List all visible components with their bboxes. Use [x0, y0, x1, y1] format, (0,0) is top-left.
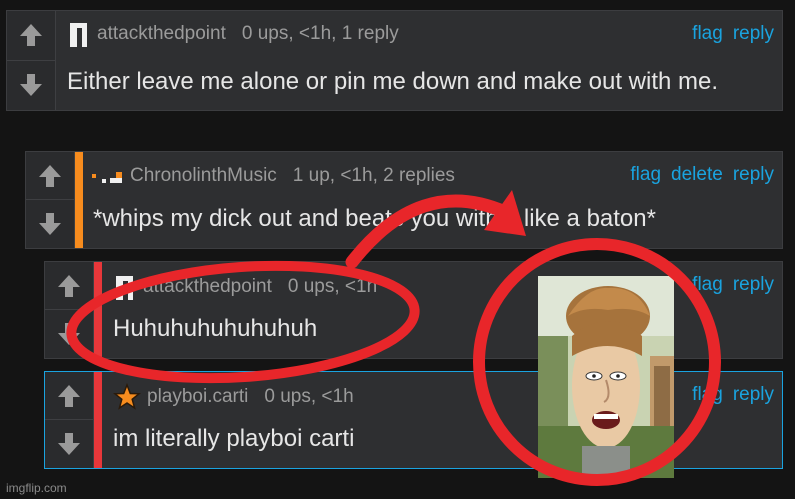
upvote-button[interactable]: [7, 11, 55, 61]
thread-indicator-bar: [75, 152, 83, 248]
comment-2: ChronolinthMusic 1 up, <1h, 2 replies fl…: [25, 151, 783, 249]
vote-column: [45, 262, 94, 358]
reply-link[interactable]: reply: [733, 274, 774, 296]
comment-actions: flag reply: [682, 380, 774, 410]
user-avatar-icon: [70, 23, 87, 47]
flag-link[interactable]: flag: [630, 164, 661, 186]
comment-meta: ChronolinthMusic 1 up, <1h, 2 replies: [90, 161, 455, 191]
comment-meta: attackthedpoint 0 ups, <1h: [113, 272, 377, 302]
comment-text: Huhuhuhuhuhuhuh: [113, 315, 318, 342]
flag-link[interactable]: flag: [692, 384, 723, 406]
downvote-button[interactable]: [7, 61, 55, 111]
upvote-button[interactable]: [45, 372, 93, 420]
downvote-button[interactable]: [26, 200, 74, 248]
arrow-down-icon: [58, 433, 80, 455]
downvote-button[interactable]: [45, 420, 93, 468]
reply-link[interactable]: reply: [733, 384, 774, 406]
arrow-up-icon: [20, 24, 42, 47]
username[interactable]: playboi.carti: [147, 386, 248, 408]
flag-link[interactable]: flag: [692, 23, 723, 45]
upvote-button[interactable]: [26, 152, 74, 200]
arrow-down-icon: [20, 74, 42, 97]
vote-column: [45, 372, 94, 468]
comment-stats: 0 ups, <1h, 1 reply: [241, 23, 399, 44]
arrow-up-icon: [39, 164, 61, 187]
upvote-button[interactable]: [45, 262, 93, 310]
arrow-down-icon: [39, 213, 61, 235]
arrow-up-icon: [58, 384, 80, 407]
downvote-button[interactable]: [45, 310, 93, 358]
comment-stats: 0 ups, <1h: [287, 276, 378, 297]
delete-link[interactable]: delete: [671, 164, 723, 186]
cartoon-character-image: [538, 276, 674, 478]
thread-indicator-bar: [94, 262, 102, 358]
star-icon: [113, 382, 141, 410]
arrow-down-icon: [58, 323, 80, 345]
comment-stats: 0 ups, <1h: [264, 386, 354, 407]
comment-meta: attackthedpoint 0 ups, <1h, 1 reply: [67, 19, 399, 49]
user-avatar-icon: [116, 276, 133, 300]
comment-actions: flag delete reply: [620, 160, 774, 190]
flag-link[interactable]: flag: [692, 274, 723, 296]
user-avatar-icon: [92, 172, 122, 183]
comment-text: *whips my dick out and beats you with it…: [93, 205, 656, 232]
comment-text: im literally playboi carti: [113, 425, 355, 452]
username[interactable]: attackthedpoint: [97, 23, 226, 45]
comment-meta: playboi.carti 0 ups, <1h: [113, 382, 354, 412]
comment-actions: flag reply: [682, 19, 774, 49]
comment-actions: flag reply: [682, 270, 774, 300]
arrow-up-icon: [58, 274, 80, 297]
username[interactable]: ChronolinthMusic: [130, 165, 277, 187]
comment-1: attackthedpoint 0 ups, <1h, 1 reply flag…: [6, 10, 783, 111]
comment-stats: 1 up, <1h, 2 replies: [292, 165, 455, 186]
username[interactable]: attackthedpoint: [143, 276, 272, 298]
thread-indicator-bar: [94, 372, 102, 468]
comment-text: Either leave me alone or pin me down and…: [67, 68, 719, 95]
vote-column: [26, 152, 75, 248]
vote-column: [7, 11, 56, 110]
reply-link[interactable]: reply: [733, 164, 774, 186]
reply-link[interactable]: reply: [733, 23, 774, 45]
watermark: imgflip.com: [6, 481, 67, 495]
